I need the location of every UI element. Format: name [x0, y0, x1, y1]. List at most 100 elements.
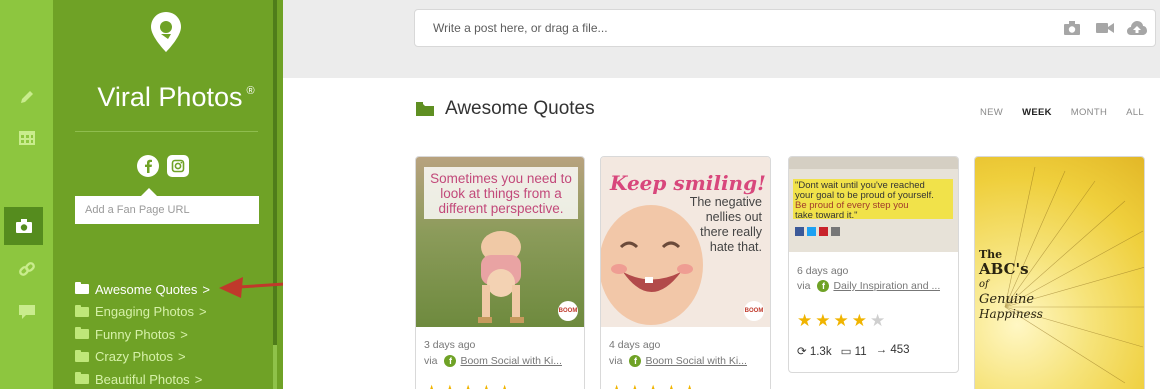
brand-title: Viral Photos ®	[97, 82, 255, 112]
folder-item-beautiful-photos[interactable]: Beautiful Photos >	[75, 368, 210, 389]
post-source: via f Boom Social with Ki...	[609, 355, 747, 367]
sidebar-scrollbar-track	[273, 0, 277, 389]
post-card[interactable]: The ABC's of Genuine Happiness	[974, 156, 1145, 389]
star-icon[interactable]: ★	[797, 312, 812, 329]
section-header: Awesome Quotes	[415, 98, 595, 120]
filter-tab-new[interactable]: NEW	[980, 107, 1003, 118]
social-network-toggle	[137, 155, 189, 177]
boom-badge: BOOM	[558, 301, 578, 321]
post-card[interactable]: "Dont wait until you've reached your goal…	[788, 156, 959, 373]
source-link[interactable]: Boom Social with Ki...	[460, 355, 562, 367]
rail-compose-button[interactable]	[0, 78, 53, 116]
post-card[interactable]: Keep smiling! The negative nellies out the…	[600, 156, 771, 389]
pencil-icon	[20, 91, 33, 103]
star-rating[interactable]: ★★★★★	[797, 312, 885, 329]
rail-photos-button[interactable]	[4, 207, 43, 245]
folder-item-engaging-photos[interactable]: Engaging Photos >	[75, 301, 210, 324]
chevron-right-icon: >	[199, 304, 207, 320]
post-composer-input[interactable]	[415, 10, 1015, 46]
comments-stat: ▭ 11	[840, 346, 867, 358]
facebook-icon: f	[629, 355, 642, 367]
star-icon: ★	[664, 383, 679, 389]
post-image: Keep smiling! The negative nellies out the…	[601, 157, 770, 327]
rail-calendar-button[interactable]	[0, 118, 53, 156]
fan-page-url-input[interactable]	[75, 196, 259, 224]
folder-item-awesome-quotes[interactable]: Awesome Quotes >	[75, 278, 210, 301]
folder-item-crazy-photos[interactable]: Crazy Photos >	[75, 346, 210, 369]
star-icon[interactable]: ★	[870, 312, 885, 329]
chevron-right-icon: >	[178, 349, 186, 365]
calendar-icon	[18, 131, 35, 145]
post-card[interactable]: Sometimes you need to look at things from…	[415, 156, 585, 389]
icon-rail	[0, 0, 53, 389]
post-source: via f Boom Social with Ki...	[424, 355, 562, 367]
quote-text: The negative nellies out there really hate …	[689, 195, 762, 254]
email-icon	[831, 227, 840, 236]
cloud-upload-icon[interactable]	[1126, 20, 1148, 36]
facebook-button[interactable]	[137, 155, 159, 177]
shares-stat: ⟳ 1.3k	[797, 346, 832, 358]
location-pin-logo-icon	[151, 12, 181, 52]
instagram-button[interactable]	[167, 155, 189, 177]
post-image: The ABC's of Genuine Happiness	[975, 157, 1144, 389]
sidebar-scrollbar-thumb[interactable]	[273, 345, 277, 389]
star-rating[interactable]: ★★★★★	[609, 383, 697, 389]
post-image: "Dont wait until you've reached your goal…	[789, 157, 958, 252]
post-time: 3 days ago	[424, 339, 476, 351]
star-icon: ★	[424, 383, 439, 389]
star-icon: ★	[609, 383, 624, 389]
filter-tab-all[interactable]: ALL	[1126, 107, 1144, 118]
folder-icon	[75, 349, 89, 362]
post-time: 6 days ago	[797, 265, 849, 277]
star-rating[interactable]: ★★★★★	[424, 383, 512, 389]
facebook-icon	[145, 159, 152, 173]
section-title: Awesome Quotes	[445, 98, 595, 119]
poster-title: The ABC's of Genuine Happiness	[979, 248, 1043, 321]
folder-icon	[75, 282, 89, 295]
rail-comments-button[interactable]	[0, 293, 53, 331]
chevron-right-icon: >	[194, 371, 203, 387]
quote-title: Keep smiling!	[610, 171, 766, 195]
source-link[interactable]: Daily Inspiration and ...	[833, 280, 940, 292]
forwards-stat: → 453	[875, 344, 910, 356]
video-camera-icon[interactable]	[1095, 20, 1115, 36]
facebook-icon: f	[444, 355, 457, 367]
post-time: 4 days ago	[609, 339, 661, 351]
instagram-icon	[171, 159, 185, 173]
star-icon: ★	[442, 383, 457, 389]
magazine-header	[789, 157, 958, 169]
pinterest-icon	[819, 227, 828, 236]
camera-icon	[15, 219, 32, 233]
star-icon[interactable]: ★	[834, 312, 849, 329]
comment-icon	[18, 305, 35, 319]
post-image: Sometimes you need to look at things from…	[416, 157, 584, 327]
folder-list: Awesome Quotes > Engaging Photos > Funny P…	[75, 278, 210, 389]
star-icon: ★	[646, 383, 661, 389]
facebook-icon	[795, 227, 804, 236]
source-link[interactable]: Boom Social with Ki...	[645, 355, 747, 367]
sidebar: Viral Photos® Awesome Quotes> Engaging P…	[53, 0, 283, 389]
star-icon[interactable]: ★	[852, 312, 867, 329]
quote-text: "Dont wait until you've reached your goal…	[795, 181, 934, 221]
star-icon: ★	[497, 383, 512, 389]
star-icon: ★	[682, 383, 697, 389]
share-icons-strip	[795, 227, 840, 236]
sidebar-divider	[75, 131, 258, 132]
folder-icon	[75, 372, 89, 385]
link-icon	[18, 262, 35, 276]
folder-icon	[416, 102, 434, 116]
rail-links-button[interactable]	[0, 250, 53, 288]
folder-icon	[75, 304, 89, 317]
post-source: via f Daily Inspiration and ...	[797, 280, 941, 292]
quote-text: Sometimes you need to look at things from…	[430, 171, 572, 216]
folder-item-funny-photos[interactable]: Funny Photos >	[75, 323, 210, 346]
boom-badge: BOOM	[744, 301, 764, 321]
folder-icon	[75, 327, 89, 340]
star-icon[interactable]: ★	[815, 312, 830, 329]
filter-tab-week[interactable]: WEEK	[1022, 107, 1052, 118]
post-composer	[414, 9, 1156, 47]
filter-tab-month[interactable]: MONTH	[1071, 107, 1107, 118]
chevron-right-icon: >	[180, 326, 188, 342]
camera-icon[interactable]	[1063, 20, 1081, 36]
star-icon: ★	[461, 383, 476, 389]
